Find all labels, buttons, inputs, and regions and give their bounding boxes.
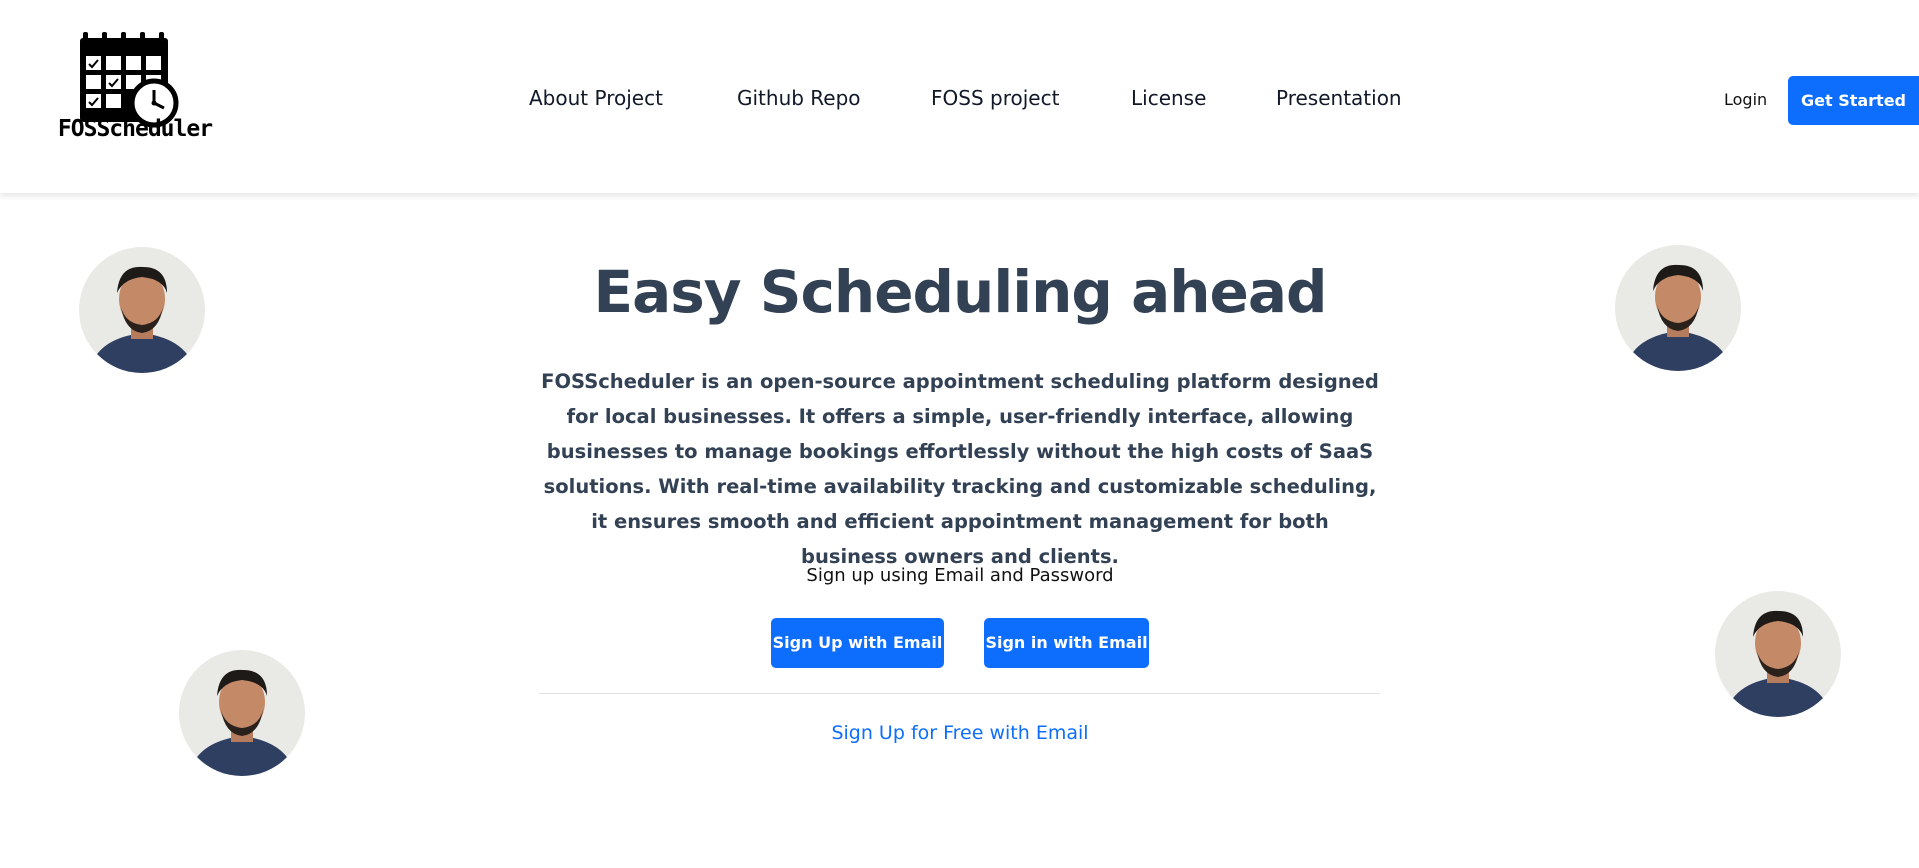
nav-license[interactable]: License xyxy=(1131,86,1206,110)
main-nav: About Project Github Repo FOSS project L… xyxy=(0,86,1919,116)
sign-in-email-button[interactable]: Sign in with Email xyxy=(984,618,1149,668)
avatar xyxy=(79,247,205,373)
avatar xyxy=(1715,591,1841,717)
site-header: FOSScheduler About Project Github Repo F… xyxy=(0,0,1919,193)
sign-up-email-button[interactable]: Sign Up with Email xyxy=(771,618,944,668)
avatar xyxy=(179,650,305,776)
hero-title: Easy Scheduling ahead xyxy=(593,258,1327,326)
divider xyxy=(539,693,1380,694)
nav-presentation[interactable]: Presentation xyxy=(1276,86,1402,110)
hero-description: FOSScheduler is an open-source appointme… xyxy=(541,370,1379,568)
nav-about-project[interactable]: About Project xyxy=(529,86,663,110)
get-started-button[interactable]: Get Started xyxy=(1788,76,1919,125)
login-link[interactable]: Login xyxy=(1724,90,1767,109)
avatar xyxy=(1615,245,1741,371)
free-signup-link[interactable]: Sign Up for Free with Email xyxy=(660,722,1260,744)
brand-wordmark: FOSScheduler xyxy=(57,116,213,142)
signup-hint: Sign up using Email and Password xyxy=(806,565,1114,586)
nav-foss-project[interactable]: FOSS project xyxy=(931,86,1059,110)
nav-github-repo[interactable]: Github Repo xyxy=(737,86,861,110)
